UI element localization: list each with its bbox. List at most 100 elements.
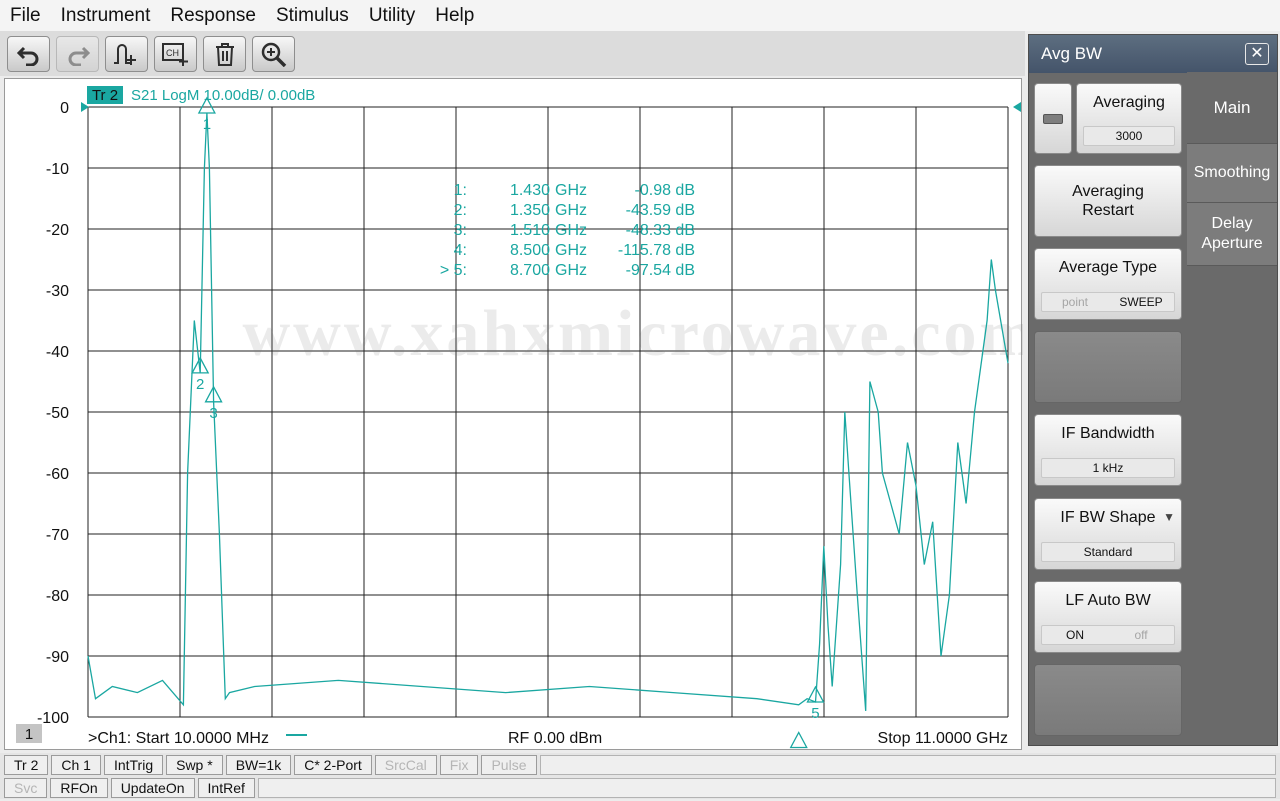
averaging-button[interactable]: Averaging 3000	[1076, 83, 1182, 154]
status-calibration[interactable]: C* 2-Port	[294, 754, 372, 775]
y-tick-label: 0	[60, 100, 69, 117]
marker-1-label: 1	[203, 116, 211, 133]
marker-readout-unit: GHz	[555, 242, 587, 259]
marker-readout-index: 3:	[454, 222, 467, 239]
status-sweep[interactable]: Swp *	[166, 754, 223, 775]
status-srccal[interactable]: SrcCal	[374, 754, 437, 775]
tab-main[interactable]: Main	[1187, 72, 1277, 143]
menu-instrument[interactable]: Instrument	[51, 0, 161, 31]
average-type-toggle[interactable]: point SWEEP	[1041, 292, 1175, 312]
tab-delay-aperture-label: Delay Aperture	[1201, 215, 1263, 252]
status-fix[interactable]: Fix	[439, 754, 479, 775]
if-bandwidth-value[interactable]: 1 kHz	[1041, 458, 1175, 478]
status-trigger[interactable]: IntTrig	[103, 754, 164, 775]
lf-auto-bw-label: LF Auto BW	[1065, 592, 1151, 609]
average-type-button[interactable]: Average Type point SWEEP	[1034, 248, 1182, 320]
zoom-icon	[261, 42, 286, 67]
trace-plot[interactable]: 0 -10 -20 -30 -40 -50 -60 -70 -80 -90 -100 www.xahx…	[4, 78, 1023, 751]
toolbar: CH	[0, 31, 1025, 76]
status-pulse[interactable]: Pulse	[481, 754, 537, 775]
trash-icon	[215, 42, 234, 66]
marker-readout-value: -43.59 dB	[626, 202, 695, 219]
y-tick-label: -50	[46, 405, 69, 422]
status-bar-2: Svc RFOn UpdateOn IntRef	[0, 776, 1280, 799]
panel-title: Avg BW	[1029, 35, 1277, 73]
marker-readout-freq: 1.430	[510, 182, 550, 199]
undo-icon	[16, 46, 38, 66]
marker-readout-index: 2:	[454, 202, 467, 219]
add-marker-button[interactable]	[105, 35, 148, 72]
y-tick-label: -20	[46, 222, 69, 239]
status-channel[interactable]: Ch 1	[51, 754, 101, 775]
lf-auto-bw-off[interactable]: off	[1108, 626, 1174, 644]
status-spacer	[539, 754, 1276, 775]
reference-right-icon	[1013, 102, 1021, 112]
lf-auto-bw-on[interactable]: ON	[1042, 626, 1108, 644]
y-tick-label: -70	[46, 527, 69, 544]
marker-readout-value: -115.78 dB	[618, 242, 695, 259]
y-tick-label: -80	[46, 588, 69, 605]
lf-auto-bw-toggle[interactable]: ON off	[1041, 625, 1175, 645]
redo-button[interactable]	[56, 35, 99, 72]
empty-softkey-1	[1034, 331, 1182, 403]
average-type-sweep[interactable]: SWEEP	[1108, 293, 1174, 311]
plot-canvas[interactable]: 0-10-20-30-40-50-60-70-80-90-100www.xahx…	[5, 79, 1023, 751]
marker-readout-freq: 8.700	[510, 262, 550, 279]
marker-readout-value: -48.33 dB	[626, 222, 695, 239]
marker-readout-unit: GHz	[555, 202, 587, 219]
close-icon[interactable]: ✕	[1245, 43, 1269, 65]
tab-delay-aperture[interactable]: Delay Aperture	[1187, 202, 1277, 266]
tab-smoothing[interactable]: Smoothing	[1187, 143, 1277, 202]
status-update-on[interactable]: UpdateOn	[110, 777, 195, 798]
status-trace[interactable]: Tr 2	[4, 754, 49, 775]
status-svc[interactable]: Svc	[4, 777, 48, 798]
status-bandwidth[interactable]: BW=1k	[225, 754, 292, 775]
if-bw-shape-button[interactable]: IF BW Shape ▼ Standard	[1034, 498, 1182, 570]
marker-3-label: 3	[209, 405, 217, 422]
average-type-point[interactable]: point	[1042, 293, 1108, 311]
redo-icon	[68, 46, 90, 66]
menu-file[interactable]: File	[0, 0, 51, 31]
averaging-toggle-button[interactable]	[1034, 83, 1072, 154]
marker-readout-index: 4:	[454, 242, 467, 259]
averaging-label: Averaging	[1093, 94, 1165, 111]
delete-button[interactable]	[203, 35, 246, 72]
add-marker-icon	[113, 43, 136, 65]
averaging-restart-label: Averaging Restart	[1072, 183, 1144, 219]
y-tick-label: -40	[46, 344, 69, 361]
menu-response[interactable]: Response	[160, 0, 266, 31]
status-rf-on[interactable]: RFOn	[50, 777, 108, 798]
zoom-button[interactable]	[252, 35, 295, 72]
window-number: 1	[25, 726, 33, 743]
marker-readout-freq: 1.350	[510, 202, 550, 219]
new-channel-icon: CH	[161, 42, 188, 66]
menu-utility[interactable]: Utility	[359, 0, 425, 31]
marker-readout-index: > 5:	[440, 262, 467, 279]
marker-2-label: 2	[196, 376, 204, 393]
chevron-down-icon: ▼	[1163, 510, 1175, 524]
svg-text:CH: CH	[166, 48, 179, 58]
lf-auto-bw-button[interactable]: LF Auto BW ON off	[1034, 581, 1182, 653]
marker-readout-freq: 1.510	[510, 222, 550, 239]
menu-stimulus[interactable]: Stimulus	[266, 0, 359, 31]
y-tick-label: -90	[46, 649, 69, 666]
status-int-ref[interactable]: IntRef	[197, 777, 255, 798]
start-frequency: >Ch1: Start 10.0000 MHz	[88, 730, 269, 747]
watermark-text: www.xahxmicrowave.com	[243, 297, 1024, 370]
trace-header: S21 LogM 10.00dB/ 0.00dB	[131, 87, 315, 104]
empty-softkey-2	[1034, 664, 1182, 736]
if-bw-shape-value[interactable]: Standard	[1041, 542, 1175, 562]
marker-readout-unit: GHz	[555, 182, 587, 199]
y-tick-label: -30	[46, 283, 69, 300]
marker-5-label: 5	[811, 705, 819, 722]
marker-readout-unit: GHz	[555, 222, 587, 239]
menu-help[interactable]: Help	[425, 0, 484, 31]
averaging-restart-button[interactable]: Averaging Restart	[1034, 165, 1182, 237]
marker-readout-index: 1:	[454, 182, 467, 199]
averaging-value[interactable]: 3000	[1083, 126, 1175, 146]
undo-button[interactable]	[7, 35, 50, 72]
marker-readout-value: -0.98 dB	[635, 182, 695, 199]
if-bandwidth-button[interactable]: IF Bandwidth 1 kHz	[1034, 414, 1182, 486]
new-channel-button[interactable]: CH	[154, 35, 197, 72]
stop-frequency: Stop 11.0000 GHz	[878, 730, 1008, 747]
